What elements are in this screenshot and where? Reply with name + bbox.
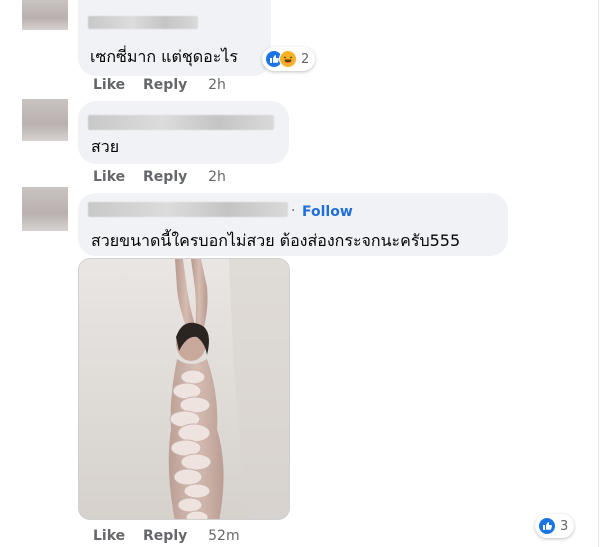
like-button[interactable]: Like xyxy=(93,528,125,544)
photo-of-woman-in-sheer-dress-with-ruffles xyxy=(79,259,289,519)
comment-timestamp[interactable]: 52m xyxy=(208,528,239,544)
like-icon xyxy=(538,517,556,535)
comment-text: สวยขนาดนี้ใครบอกไม่สวย ต้องส่องกระจกนะคร… xyxy=(91,231,461,250)
like-button[interactable]: Like xyxy=(93,169,125,185)
comment-actions: Like Reply 52m xyxy=(93,528,240,544)
reaction-summary[interactable]: 3 xyxy=(535,514,575,538)
reply-button[interactable]: Reply xyxy=(143,77,187,93)
reaction-summary[interactable]: 2 xyxy=(262,47,316,71)
comment-actions: Like Reply 2h xyxy=(93,169,226,185)
comment-text: เซกซี่มาก แต่ชุดอะไร xyxy=(90,47,238,66)
comment-timestamp[interactable]: 2h xyxy=(208,77,226,93)
reaction-count: 2 xyxy=(301,51,310,67)
commenter-name-redacted[interactable] xyxy=(88,115,274,130)
comment-text: สวย xyxy=(91,137,120,156)
reaction-count: 3 xyxy=(560,518,569,534)
commenter-name-redacted[interactable] xyxy=(88,202,288,217)
reply-button[interactable]: Reply xyxy=(143,528,187,544)
avatar[interactable] xyxy=(22,187,68,231)
commenter-name-redacted[interactable] xyxy=(88,16,198,29)
like-button[interactable]: Like xyxy=(93,77,125,93)
haha-icon xyxy=(279,50,297,68)
panel-border xyxy=(598,0,599,547)
comment-photo[interactable] xyxy=(78,258,290,520)
avatar[interactable] xyxy=(22,99,68,141)
separator-dot: · xyxy=(291,203,296,219)
comment-actions: Like Reply 2h xyxy=(93,77,226,93)
reply-button[interactable]: Reply xyxy=(143,169,187,185)
avatar[interactable] xyxy=(22,0,68,30)
follow-button[interactable]: Follow xyxy=(302,204,353,220)
comment-timestamp[interactable]: 2h xyxy=(208,169,226,185)
